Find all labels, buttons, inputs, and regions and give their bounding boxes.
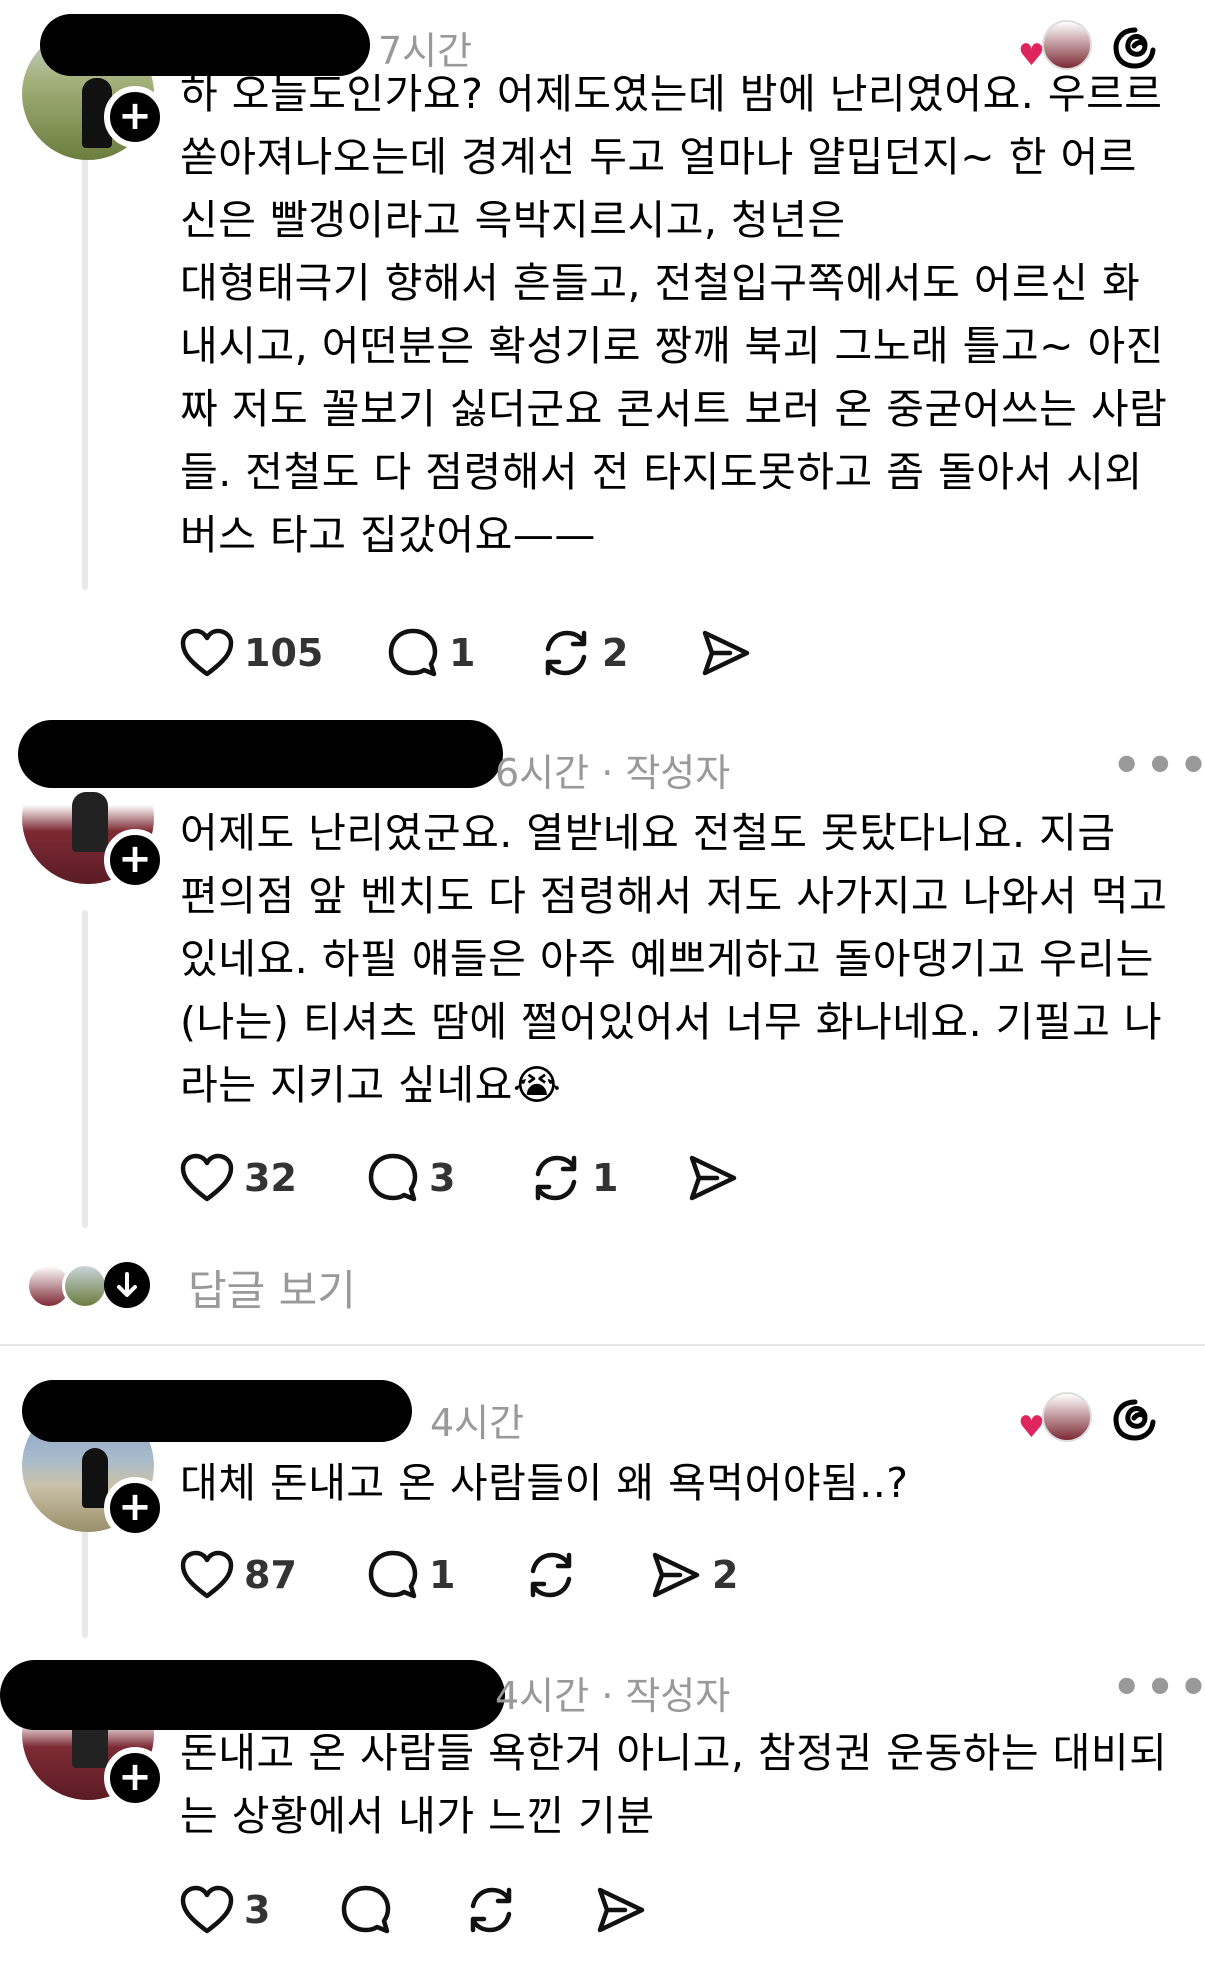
heart-icon (180, 1153, 234, 1202)
follow-plus-icon[interactable]: + (104, 86, 166, 148)
post-text-line: 버스 타고 집갔어요—— (180, 511, 596, 559)
post-text-line: 대체 돈내고 온 사람들이 왜 욕먹어야됨..? (180, 1459, 909, 1507)
share-button[interactable]: 2 (650, 1545, 738, 1605)
repost-icon (530, 1552, 572, 1598)
post-time-value: 4시간 (495, 1674, 590, 1718)
liker-avatar (1042, 1392, 1092, 1442)
post-body: 돈내고 온 사람들 욕한거 아니고, 참정권 운동하는 대비되 는 상황에서 내… (180, 1722, 1175, 1848)
divider (0, 1344, 1205, 1346)
post-text-line: 짜 저도 꼴보기 싫더군요 콘서트 보러 온 중굳어쓰는 사람 (180, 385, 1168, 433)
like-count: 32 (244, 1156, 297, 1200)
post-text-line: 돈내고 온 사람들 욕한거 아니고, 참정권 운동하는 대비되 (180, 1729, 1168, 1777)
post-time: 6시간 · 작성자 (495, 742, 730, 797)
repost-count: 1 (592, 1156, 619, 1200)
repost-button[interactable] (525, 1545, 587, 1605)
view-replies-label: 답글 보기 (188, 1266, 356, 1315)
action-bar: 32 3 1 (180, 1148, 780, 1208)
like-count: 3 (244, 1888, 271, 1932)
follow-plus-icon[interactable]: + (104, 1477, 166, 1539)
send-icon (652, 1552, 700, 1598)
reply-avatar (62, 1263, 108, 1309)
repost-button[interactable]: 1 (530, 1148, 618, 1208)
more-icon[interactable]: ••• (1112, 738, 1205, 792)
action-bar: 87 1 2 (180, 1545, 780, 1605)
post-time: 4시간 · 작성자 (495, 1665, 730, 1720)
like-button[interactable]: 87 (180, 1545, 297, 1605)
post-time: 4시간 (430, 1401, 525, 1445)
thread-line (82, 150, 88, 590)
repost-icon (535, 1155, 577, 1201)
heart-icon (180, 1550, 234, 1599)
liked-heart-icon: ♥ (1018, 1410, 1045, 1445)
post-text-line: 라는 지키고 싶네요😭 (180, 1061, 562, 1109)
heart-icon (180, 628, 234, 677)
threads-logo-icon[interactable] (1110, 1394, 1160, 1444)
thread-line (82, 1530, 88, 1638)
more-icon[interactable]: ••• (1112, 1660, 1205, 1714)
share-button[interactable] (700, 623, 762, 683)
comment-icon (388, 628, 438, 677)
view-replies-row[interactable]: 답글 보기 (0, 1255, 600, 1315)
reply-button[interactable]: 3 (367, 1148, 455, 1208)
send-icon (702, 630, 750, 676)
comment-icon (368, 1550, 418, 1599)
like-count: 87 (244, 1553, 297, 1597)
author-badge: · 작성자 (589, 1674, 731, 1718)
post-text-line: (나는) 티셔츠 땀에 쩔어있어서 너무 화나네요. 기필고 나 (180, 998, 1163, 1046)
post-text-line: 쏟아져나오는데 경계선 두고 얼마나 얄밉던지~ 한 어르 (180, 133, 1137, 181)
post-text-line: 편의점 앞 벤치도 다 점령해서 저도 사가지고 나와서 먹고 (180, 872, 1168, 920)
thread-line (82, 910, 88, 1228)
repost-count: 2 (602, 631, 629, 675)
arrow-down-icon (104, 1262, 150, 1308)
reply-button[interactable] (340, 1880, 402, 1940)
like-button[interactable]: 32 (180, 1148, 297, 1208)
reply-count: 1 (429, 1553, 456, 1597)
post-text-line: 들. 전철도 다 점령해서 전 타지도못하고 좀 돌아서 시외 (180, 448, 1143, 496)
post-text-line: 있네요. 하필 얘들은 아주 예쁘게하고 돌아댕기고 우리는 (180, 935, 1154, 983)
post-text-line: 신은 빨갱이라고 윽박지르시고, 청년은 (180, 196, 846, 244)
comment-icon (341, 1885, 391, 1934)
repost-icon (545, 630, 587, 676)
like-button[interactable]: 3 (180, 1880, 270, 1940)
share-count: 2 (712, 1553, 739, 1597)
reply-button[interactable]: 1 (367, 1545, 455, 1605)
post-text-line: 어제도 난리였군요. 열받네요 전철도 못탔다니요. 지금 (180, 809, 1116, 857)
like-count: 105 (244, 631, 324, 675)
follow-plus-icon[interactable]: + (104, 1747, 166, 1809)
heart-icon (180, 1885, 234, 1934)
comment-icon (368, 1153, 418, 1202)
share-button[interactable] (595, 1880, 657, 1940)
reply-button[interactable]: 1 (387, 623, 475, 683)
send-icon (597, 1887, 645, 1933)
post-text-line: 대형태극기 향해서 흔들고, 전철입구쪽에서도 어르신 화 (180, 259, 1141, 307)
redacted-username (22, 1380, 412, 1442)
repost-button[interactable]: 2 (540, 623, 628, 683)
post-body: 대체 돈내고 온 사람들이 왜 욕먹어야됨..? (180, 1452, 1175, 1515)
post-body: 하 오늘도인가요? 어제도였는데 밤에 난리였어요. 우르르 쏟아져나오는데 경… (180, 63, 1175, 567)
repost-button[interactable] (465, 1880, 527, 1940)
repost-icon (470, 1887, 512, 1933)
reply-count: 3 (429, 1156, 456, 1200)
post-text-line: 는 상황에서 내가 느낀 기분 (180, 1792, 655, 1840)
post-text-line: 내시고, 어떤분은 확성기로 짱깨 북괴 그노래 틀고~ 아진 (180, 322, 1164, 370)
redacted-username (18, 720, 503, 788)
action-bar: 105 1 2 (180, 623, 780, 683)
author-badge: · 작성자 (589, 751, 731, 795)
post-time-value: 6시간 (495, 751, 590, 795)
action-bar: 3 (180, 1880, 780, 1940)
reply-count: 1 (449, 631, 476, 675)
send-icon (689, 1155, 737, 1201)
redacted-username (0, 1660, 505, 1730)
post-text-line: 하 오늘도인가요? 어제도였는데 밤에 난리였어요. 우르르 (180, 70, 1163, 118)
like-button[interactable]: 105 (180, 623, 323, 683)
follow-plus-icon[interactable]: + (104, 829, 166, 891)
share-button[interactable] (687, 1148, 749, 1208)
post-body: 어제도 난리였군요. 열받네요 전철도 못탔다니요. 지금 편의점 앞 벤치도 … (180, 802, 1175, 1117)
